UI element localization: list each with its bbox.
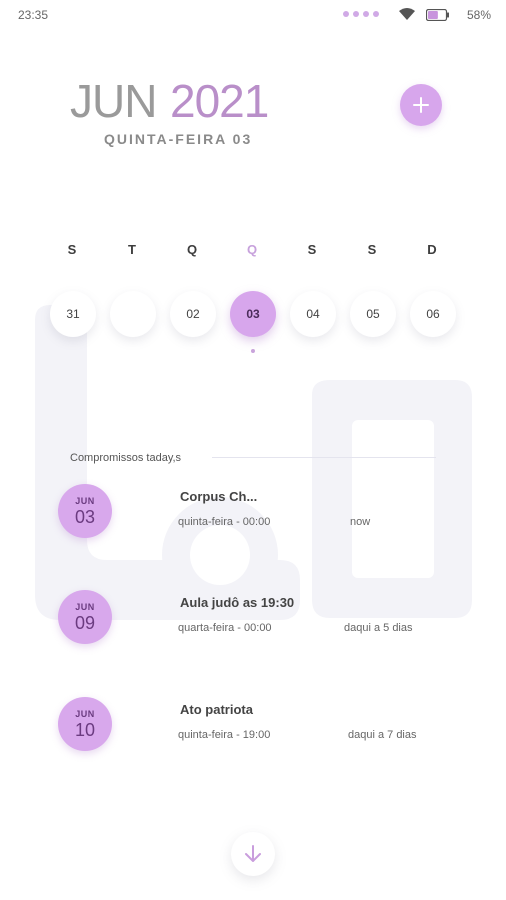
background-logo-shape — [35, 305, 472, 620]
event-badge-day: 09 — [74, 613, 96, 633]
event-time: quinta-feira - 19:00 — [178, 729, 271, 741]
add-event-button[interactable] — [400, 84, 442, 126]
event-relative-time: daqui a 5 dias — [344, 622, 413, 634]
weekday-letter-sat: D — [427, 242, 437, 257]
date-circle[interactable]: 04 — [290, 291, 336, 337]
week-day-letters: S T Q Q S S D — [42, 242, 462, 262]
event-badge-month: JUN — [75, 496, 95, 506]
event-title: Aula judô as 19:30 — [180, 595, 295, 610]
event-relative-time: now — [350, 516, 371, 528]
header-year: 2021 — [170, 75, 269, 127]
status-bar: 23:35 58% — [0, 0, 506, 30]
weekday-letter-thu: S — [307, 242, 317, 257]
events-section-title: Compromissos taday,s — [70, 452, 182, 464]
weekday-letter-mon: T — [128, 242, 136, 257]
battery-icon — [426, 9, 449, 21]
weekday-letter-wed: Q — [246, 242, 258, 257]
status-time: 23:35 — [18, 8, 49, 22]
date-circle-selected[interactable]: 03 — [230, 291, 276, 337]
event-item[interactable]: JUN 09 Aula judô as 19:30 quarta-feira -… — [0, 590, 506, 650]
scroll-down-button[interactable] — [231, 832, 275, 876]
event-item[interactable]: JUN 10 Ato patriota quinta-feira - 19:00… — [0, 697, 506, 757]
weekday-letter-tue: Q — [186, 242, 198, 257]
section-divider — [212, 457, 436, 458]
event-date-badge: JUN 09 — [58, 590, 112, 644]
date-circle[interactable]: 02 — [170, 291, 216, 337]
date-circle[interactable] — [110, 291, 156, 337]
event-title: Corpus Ch... — [180, 489, 258, 504]
week-date-selector: 31 02 03 04 05 06 — [42, 291, 462, 341]
event-date-badge: JUN 10 — [58, 697, 112, 751]
arrow-down-icon — [245, 845, 261, 862]
date-circle[interactable]: 06 — [410, 291, 456, 337]
week-page-indicator — [251, 349, 255, 353]
header-selected-date: QUINTA-FEIRA 03 — [104, 131, 253, 147]
weekday-letter-fri: S — [367, 242, 377, 257]
header-month: JUN — [70, 75, 157, 127]
weekday-letter-sun: S — [67, 242, 77, 257]
event-time: quinta-feira - 00:00 — [178, 516, 271, 528]
event-badge-day: 10 — [74, 720, 96, 740]
wifi-icon — [399, 8, 415, 20]
event-badge-month: JUN — [75, 602, 95, 612]
event-date-badge: JUN 03 — [58, 484, 112, 538]
date-circle[interactable]: 31 — [50, 291, 96, 337]
date-circle[interactable]: 05 — [350, 291, 396, 337]
event-relative-time: daqui a 7 dias — [348, 729, 417, 741]
notification-dots-icon — [343, 11, 379, 17]
battery-percentage: 58% — [467, 8, 492, 22]
event-badge-month: JUN — [75, 709, 95, 719]
event-time: quarta-feira - 00:00 — [178, 622, 272, 634]
plus-icon — [413, 97, 429, 113]
event-item[interactable]: JUN 03 Corpus Ch... quinta-feira - 00:00… — [0, 484, 506, 544]
event-badge-day: 03 — [74, 507, 96, 527]
event-title: Ato patriota — [180, 702, 253, 717]
